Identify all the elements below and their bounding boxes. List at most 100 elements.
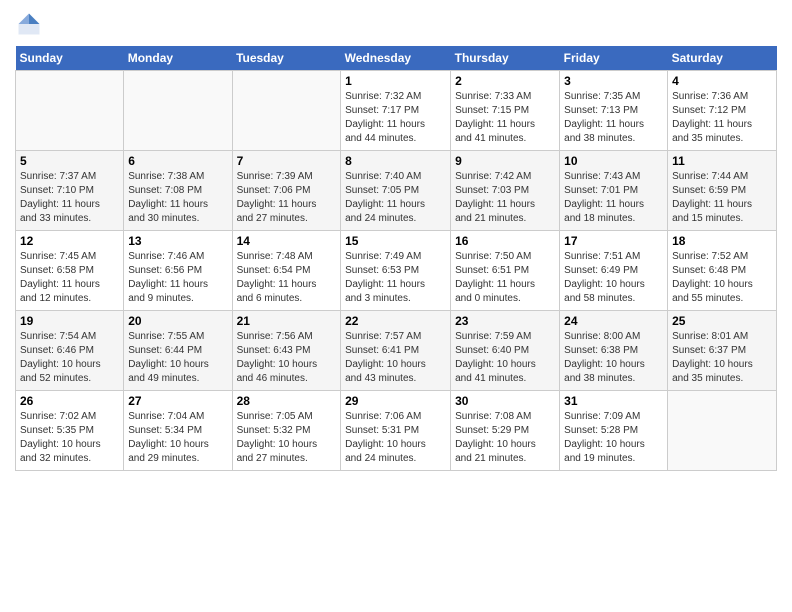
calendar-cell: 13Sunrise: 7:46 AM Sunset: 6:56 PM Dayli… [124,231,232,311]
calendar-cell: 12 Sunrise: 7:45 AM Sunset: 6:58 PM Dayli… [16,231,124,311]
calendar-cell: 24 Sunrise: 8:00 AM Sunset: 6:38 PM Dayli… [560,311,668,391]
day-info: Sunrise: 7:54 AM Sunset: 6:46 PM Dayligh… [20,330,119,386]
day-number: 22 [345,314,446,328]
calendar-cell: 26 Sunrise: 7:02 AM Sunset: 5:35 PM Dayli… [16,391,124,471]
calendar-cell: 20Sunrise: 7:55 AM Sunset: 6:44 PM Dayli… [124,311,232,391]
calendar-cell: 3Sunrise: 7:35 AM Sunset: 7:13 PM Daylig… [560,71,668,151]
logo-icon [15,10,43,38]
day-info: Sunrise: 8:00 AM Sunset: 6:38 PM Dayligh… [564,330,663,386]
day-info: Sunrise: 7:44 AM Sunset: 6:59 PM Dayligh… [672,170,772,226]
calendar-cell: 10 Sunrise: 7:43 AM Sunset: 7:01 PM Dayli… [560,151,668,231]
calendar-cell: 17 Sunrise: 7:51 AM Sunset: 6:49 PM Dayli… [560,231,668,311]
calendar-cell: 28 Sunrise: 7:05 AM Sunset: 5:32 PM Dayli… [232,391,341,471]
week-row-4: 19 Sunrise: 7:54 AM Sunset: 6:46 PM Dayli… [16,311,777,391]
calendar-cell: 22 Sunrise: 7:57 AM Sunset: 6:41 PM Dayli… [341,311,451,391]
calendar-cell [124,71,232,151]
day-number: 19 [20,314,119,328]
day-number: 10 [564,154,663,168]
day-number: 7 [237,154,337,168]
day-number: 31 [564,394,663,408]
day-info: Sunrise: 7:02 AM Sunset: 5:35 PM Dayligh… [20,410,119,466]
day-number: 30 [455,394,555,408]
day-info: Sunrise: 7:39 AM Sunset: 7:06 PM Dayligh… [237,170,337,226]
calendar-cell: 19 Sunrise: 7:54 AM Sunset: 6:46 PM Dayli… [16,311,124,391]
calendar-cell [668,391,777,471]
day-number: 23 [455,314,555,328]
day-info: Sunrise: 7:38 AM Sunset: 7:08 PM Dayligh… [128,170,227,226]
weekday-header-saturday: Saturday [668,46,777,71]
calendar-cell: 31 Sunrise: 7:09 AM Sunset: 5:28 PM Dayli… [560,391,668,471]
day-info: Sunrise: 7:04 AM Sunset: 5:34 PM Dayligh… [128,410,227,466]
header [15,10,777,38]
weekday-header-monday: Monday [124,46,232,71]
day-info: Sunrise: 7:45 AM Sunset: 6:58 PM Dayligh… [20,250,119,306]
day-info: Sunrise: 8:01 AM Sunset: 6:37 PM Dayligh… [672,330,772,386]
day-info: Sunrise: 7:08 AM Sunset: 5:29 PM Dayligh… [455,410,555,466]
day-info: Sunrise: 7:43 AM Sunset: 7:01 PM Dayligh… [564,170,663,226]
day-number: 6 [128,154,227,168]
calendar-cell: 29 Sunrise: 7:06 AM Sunset: 5:31 PM Dayli… [341,391,451,471]
day-number: 15 [345,234,446,248]
calendar-cell: 5 Sunrise: 7:37 AM Sunset: 7:10 PM Daylig… [16,151,124,231]
day-info: Sunrise: 7:57 AM Sunset: 6:41 PM Dayligh… [345,330,446,386]
day-number: 5 [20,154,119,168]
day-number: 11 [672,154,772,168]
week-row-1: 1Sunrise: 7:32 AM Sunset: 7:17 PM Daylig… [16,71,777,151]
day-number: 2 [455,74,555,88]
weekday-header-row: SundayMondayTuesdayWednesdayThursdayFrid… [16,46,777,71]
week-row-2: 5 Sunrise: 7:37 AM Sunset: 7:10 PM Daylig… [16,151,777,231]
day-number: 24 [564,314,663,328]
calendar-cell: 8 Sunrise: 7:40 AM Sunset: 7:05 PM Daylig… [341,151,451,231]
week-row-5: 26 Sunrise: 7:02 AM Sunset: 5:35 PM Dayli… [16,391,777,471]
day-info: Sunrise: 7:48 AM Sunset: 6:54 PM Dayligh… [237,250,337,306]
day-info: Sunrise: 7:06 AM Sunset: 5:31 PM Dayligh… [345,410,446,466]
weekday-header-friday: Friday [560,46,668,71]
day-info: Sunrise: 7:51 AM Sunset: 6:49 PM Dayligh… [564,250,663,306]
day-number: 26 [20,394,119,408]
day-info: Sunrise: 7:36 AM Sunset: 7:12 PM Dayligh… [672,90,772,146]
calendar-cell: 14 Sunrise: 7:48 AM Sunset: 6:54 PM Dayli… [232,231,341,311]
day-number: 20 [128,314,227,328]
day-number: 27 [128,394,227,408]
day-info: Sunrise: 7:42 AM Sunset: 7:03 PM Dayligh… [455,170,555,226]
day-number: 14 [237,234,337,248]
day-number: 29 [345,394,446,408]
day-info: Sunrise: 7:50 AM Sunset: 6:51 PM Dayligh… [455,250,555,306]
day-number: 18 [672,234,772,248]
day-number: 17 [564,234,663,248]
day-info: Sunrise: 7:05 AM Sunset: 5:32 PM Dayligh… [237,410,337,466]
day-info: Sunrise: 7:37 AM Sunset: 7:10 PM Dayligh… [20,170,119,226]
calendar-cell: 7 Sunrise: 7:39 AM Sunset: 7:06 PM Daylig… [232,151,341,231]
calendar-cell: 16 Sunrise: 7:50 AM Sunset: 6:51 PM Dayli… [451,231,560,311]
calendar-cell: 27 Sunrise: 7:04 AM Sunset: 5:34 PM Dayli… [124,391,232,471]
calendar-cell: 11 Sunrise: 7:44 AM Sunset: 6:59 PM Dayli… [668,151,777,231]
day-info: Sunrise: 7:49 AM Sunset: 6:53 PM Dayligh… [345,250,446,306]
day-info: Sunrise: 7:32 AM Sunset: 7:17 PM Dayligh… [345,90,446,146]
logo [15,10,45,38]
day-number: 12 [20,234,119,248]
calendar-cell: 6 Sunrise: 7:38 AM Sunset: 7:08 PM Daylig… [124,151,232,231]
calendar-table: SundayMondayTuesdayWednesdayThursdayFrid… [15,46,777,471]
calendar-cell [232,71,341,151]
day-number: 21 [237,314,337,328]
calendar-cell: 15 Sunrise: 7:49 AM Sunset: 6:53 PM Dayli… [341,231,451,311]
day-info: Sunrise: 7:56 AM Sunset: 6:43 PM Dayligh… [237,330,337,386]
day-info: Sunrise: 7:09 AM Sunset: 5:28 PM Dayligh… [564,410,663,466]
page-container: SundayMondayTuesdayWednesdayThursdayFrid… [0,0,792,476]
day-number: 28 [237,394,337,408]
day-info: Sunrise: 7:46 AM Sunset: 6:56 PM Dayligh… [128,250,227,306]
day-number: 8 [345,154,446,168]
day-number: 16 [455,234,555,248]
calendar-cell: 1Sunrise: 7:32 AM Sunset: 7:17 PM Daylig… [341,71,451,151]
day-info: Sunrise: 7:35 AM Sunset: 7:13 PM Dayligh… [564,90,663,146]
calendar-cell: 30 Sunrise: 7:08 AM Sunset: 5:29 PM Dayli… [451,391,560,471]
calendar-cell: 18Sunrise: 7:52 AM Sunset: 6:48 PM Dayli… [668,231,777,311]
day-number: 9 [455,154,555,168]
day-info: Sunrise: 7:33 AM Sunset: 7:15 PM Dayligh… [455,90,555,146]
day-info: Sunrise: 7:40 AM Sunset: 7:05 PM Dayligh… [345,170,446,226]
calendar-cell: 23Sunrise: 7:59 AM Sunset: 6:40 PM Dayli… [451,311,560,391]
day-number: 4 [672,74,772,88]
week-row-3: 12 Sunrise: 7:45 AM Sunset: 6:58 PM Dayli… [16,231,777,311]
calendar-cell: 2 Sunrise: 7:33 AM Sunset: 7:15 PM Daylig… [451,71,560,151]
calendar-cell [16,71,124,151]
